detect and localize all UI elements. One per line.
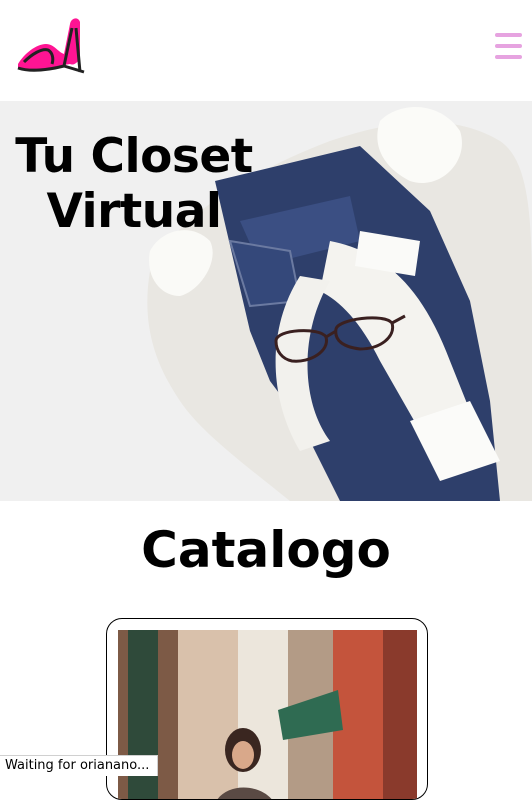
hero-title-line2: Virtual: [46, 184, 222, 239]
product-image[interactable]: [118, 630, 417, 799]
high-heel-logo-icon[interactable]: [14, 14, 86, 76]
browser-status-bar: Waiting for orianano...: [0, 755, 159, 776]
hero-banner: Tu Closet Virtual: [0, 101, 532, 501]
hero-title-line1: Tu Closet: [15, 129, 253, 184]
catalog-title: Catalogo: [141, 521, 391, 579]
site-header: [0, 0, 532, 101]
hero-title: Tu Closet Virtual: [0, 129, 268, 239]
hamburger-menu-icon[interactable]: [495, 32, 522, 60]
